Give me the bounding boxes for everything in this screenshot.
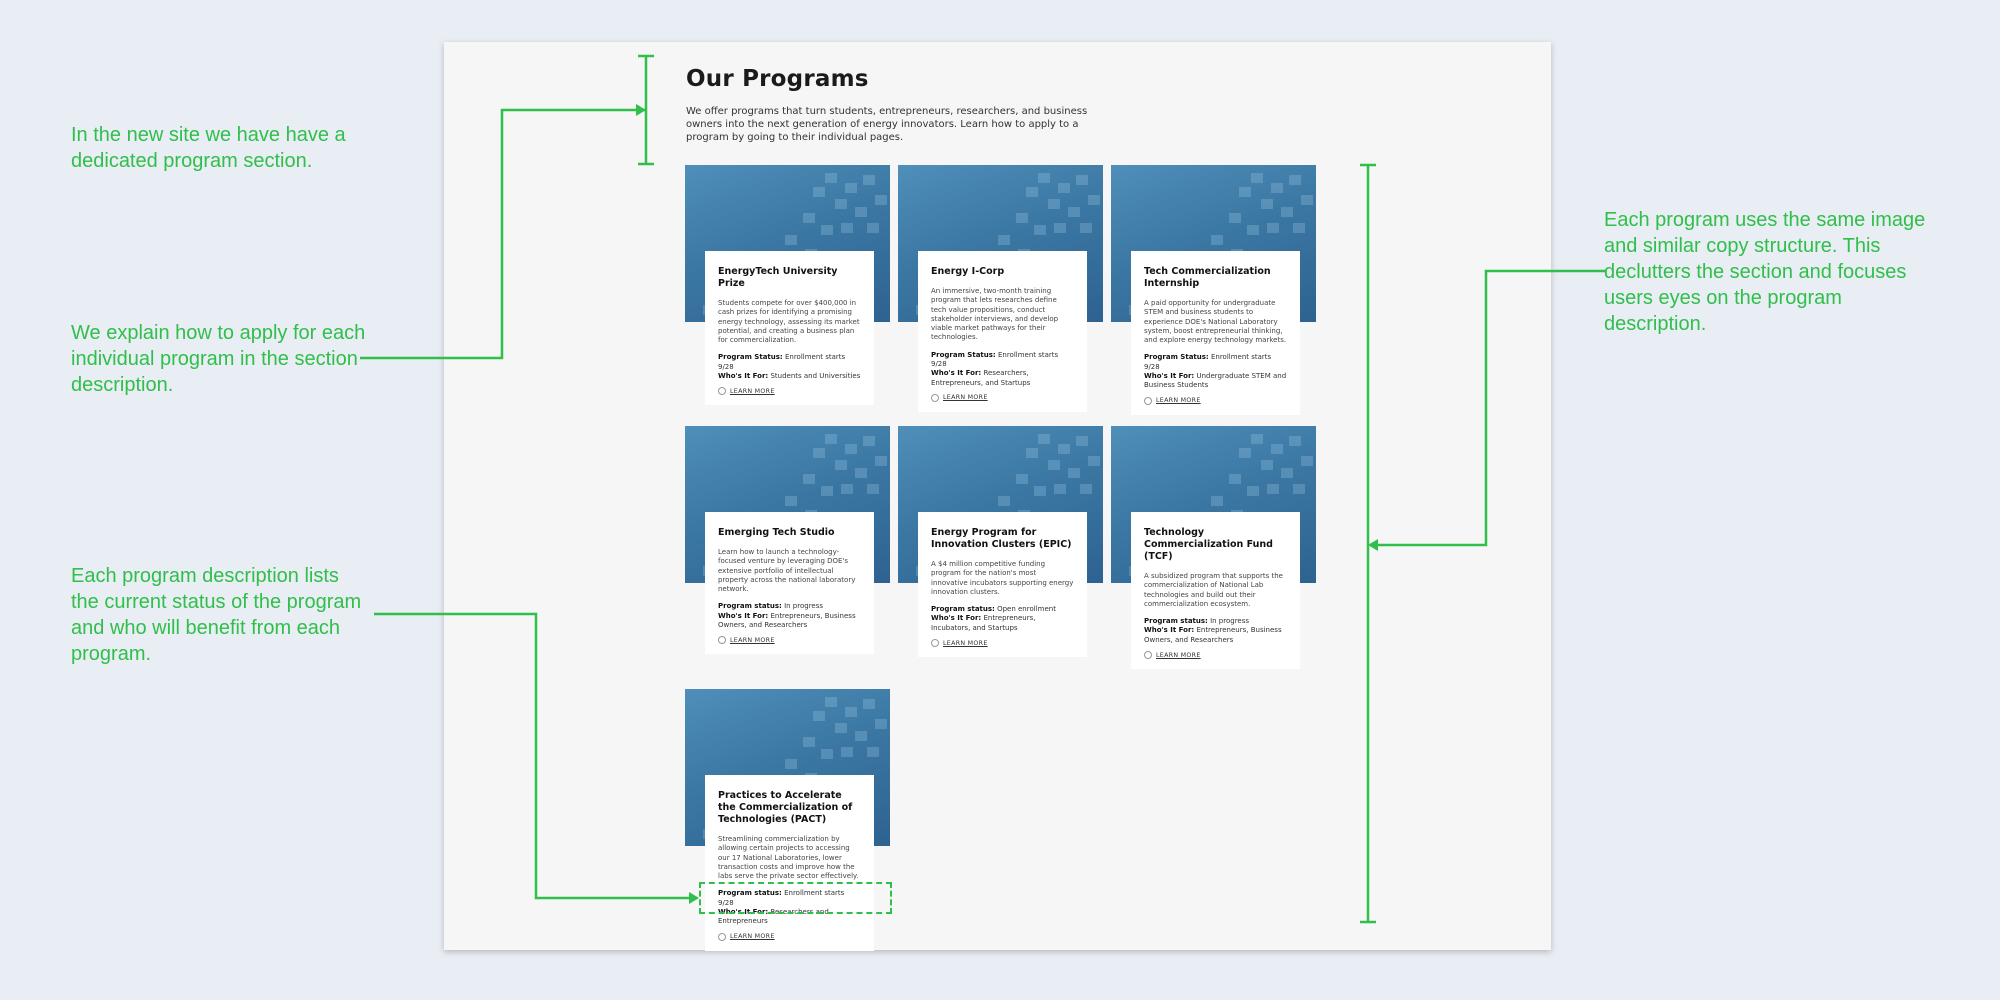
card-body: Energy I-Corp An immersive, two-month tr… — [918, 251, 1087, 412]
annotation-status-and-audience: Each program description lists the curre… — [71, 565, 362, 665]
learn-more-link[interactable]: LEARN MORE — [1144, 651, 1287, 660]
program-status: Program status: In progress — [718, 602, 824, 611]
card-body: Technology Commercialization Fund (TCF) … — [1131, 512, 1300, 670]
arrow-circle-icon — [931, 639, 939, 648]
annotation-same-image: Each program uses the same image and sim… — [1604, 209, 1926, 335]
learn-more-link[interactable]: LEARN MORE — [931, 639, 1074, 648]
card-description: Learn how to launch a technology-focused… — [718, 548, 856, 594]
arrow-circle-icon — [718, 636, 726, 645]
card-title: Energy I-Corp — [931, 266, 1005, 277]
learn-more-link[interactable]: LEARN MORE — [931, 393, 1074, 402]
program-status: Program Status: Enrollment starts 9/28 — [718, 353, 846, 371]
card-description: A $4 million competitive funding program… — [931, 560, 1074, 596]
card-title: Energy Program for Innovation Clusters (… — [931, 527, 1072, 550]
card-description: A subsidized program that supports the c… — [1144, 572, 1283, 608]
arrow-circle-icon — [1144, 396, 1152, 405]
card-description: An immersive, two-month training program… — [931, 287, 1059, 342]
program-status: Program status: In progress — [1144, 617, 1250, 626]
card-title: Emerging Tech Studio — [718, 527, 835, 538]
status-highlight-box — [699, 882, 892, 914]
arrow-circle-icon — [718, 932, 726, 941]
card-description: Streamlining commercialization by allowi… — [718, 835, 859, 881]
annotation-how-to-apply: We explain how to apply for each individ… — [71, 322, 366, 396]
card-title: Technology Commercialization Fund (TCF) — [1144, 527, 1273, 562]
program-audience: Who's It For: Students and Universities — [718, 372, 861, 381]
annotation-program-section: In the new site we have have a dedicated… — [71, 124, 346, 172]
learn-more-link[interactable]: LEARN MORE — [718, 932, 861, 941]
arrow-circle-icon — [931, 393, 939, 402]
program-status: Program Status: Enrollment starts 9/28 — [931, 350, 1059, 369]
program-status: Program status: Open enrollment — [931, 605, 1056, 614]
arrow-circle-icon — [718, 387, 726, 396]
card-description: Students compete for over $400,000 in ca… — [718, 299, 860, 345]
program-status: Program Status: Enrollment starts 9/28 — [1144, 353, 1272, 371]
learn-more-link[interactable]: LEARN MORE — [718, 636, 861, 645]
program-audience: Who's It For: Entrepreneurs, Business Ow… — [718, 611, 856, 630]
card-title: Tech Commercialization Internship — [1144, 266, 1271, 289]
section-title: Our Programs — [686, 66, 869, 92]
card-body: Emerging Tech Studio Learn how to launch… — [705, 512, 874, 655]
learn-more-link[interactable]: LEARN MORE — [1144, 396, 1287, 405]
program-audience: Who's It For: Entrepreneurs, Business Ow… — [1144, 626, 1282, 644]
card-title: EnergyTech University Prize — [718, 266, 838, 289]
section-intro: We offer programs that turn students, en… — [686, 106, 1088, 143]
learn-more-link[interactable]: LEARN MORE — [718, 387, 861, 396]
card-body: Tech Commercialization Internship A paid… — [1131, 251, 1300, 415]
program-audience: Who's It For: Researchers, Entrepreneurs… — [931, 369, 1031, 387]
program-audience: Who's It For: Undergraduate STEM and Bus… — [1144, 372, 1287, 390]
card-body: EnergyTech University Prize Students com… — [705, 251, 874, 406]
arrow-circle-icon — [1144, 651, 1152, 660]
card-body: Energy Program for Innovation Clusters (… — [918, 512, 1087, 658]
card-title: Practices to Accelerate the Commercializ… — [718, 790, 853, 825]
card-description: A paid opportunity for undergraduate STE… — [1144, 299, 1287, 345]
program-audience: Who's It For: Entrepreneurs, Incubators,… — [931, 614, 1036, 632]
card-body: Practices to Accelerate the Commercializ… — [705, 775, 874, 951]
